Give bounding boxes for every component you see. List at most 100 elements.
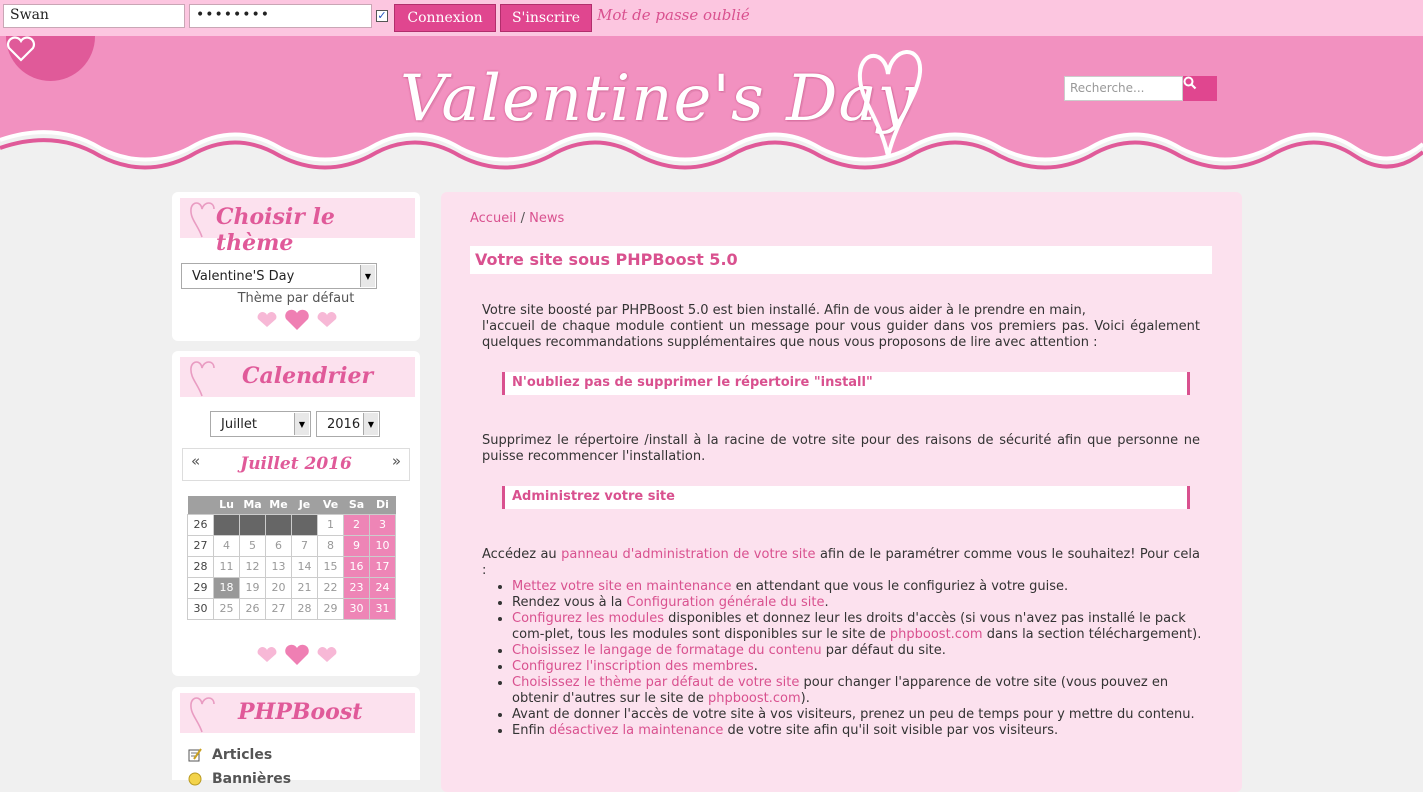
phpboost-link[interactable]: phpboost.com bbox=[890, 627, 983, 642]
year-select[interactable]: 2016 ▼ bbox=[316, 411, 380, 437]
breadcrumb-home-link[interactable]: Accueil bbox=[470, 211, 516, 226]
step-link[interactable]: Configurez les modules bbox=[512, 611, 664, 626]
theme-select-value: Valentine'S Day bbox=[192, 269, 295, 284]
register-button[interactable]: S'inscrire bbox=[500, 4, 592, 32]
calendar-day[interactable]: 21 bbox=[291, 576, 318, 599]
calendar-day[interactable]: 9 bbox=[343, 534, 370, 557]
calendar-day[interactable]: 19 bbox=[239, 576, 266, 599]
calendar-day[interactable]: 23 bbox=[343, 576, 370, 599]
calendar-day[interactable]: 30 bbox=[343, 597, 370, 620]
search-icon bbox=[1183, 76, 1197, 90]
calendar-day[interactable]: 2 bbox=[343, 513, 370, 536]
calendar-day[interactable]: 20 bbox=[265, 576, 292, 599]
calendar-day[interactable]: 3 bbox=[369, 513, 396, 536]
block-header: PHPBoost bbox=[180, 693, 415, 733]
calendar-empty-cell bbox=[239, 513, 266, 536]
calendar-day[interactable]: 18 bbox=[213, 576, 240, 599]
step-text: en attendant que vous le configuriez à v… bbox=[731, 579, 1069, 594]
calendar-nav: « Juillet 2016 » bbox=[182, 448, 410, 481]
calendar-day[interactable]: 11 bbox=[213, 555, 240, 578]
week-number: 27 bbox=[187, 534, 214, 557]
weekday-header: Je bbox=[291, 496, 318, 514]
calendar-day[interactable]: 26 bbox=[239, 597, 266, 620]
calendar-day[interactable]: 28 bbox=[291, 597, 318, 620]
step-text: . bbox=[824, 595, 829, 610]
alert-administer: Administrez votre site bbox=[502, 486, 1190, 509]
admin-paragraph-text: Accédez au bbox=[482, 547, 562, 562]
login-button[interactable]: Connexion bbox=[394, 4, 496, 32]
calendar-day[interactable]: 17 bbox=[369, 555, 396, 578]
forgot-password-link[interactable]: Mot de passe oublié bbox=[597, 6, 750, 24]
step-text: Rendez vous à la bbox=[512, 595, 627, 610]
theme-chooser-block: Choisir le thème Valentine'S Day ▼ Thème… bbox=[172, 192, 420, 341]
calendar-day[interactable]: 24 bbox=[369, 576, 396, 599]
heart-outline-icon bbox=[190, 697, 215, 733]
heart-outline-icon bbox=[190, 361, 215, 397]
password-input[interactable]: •••••••• bbox=[189, 4, 372, 28]
step-text: ). bbox=[800, 691, 810, 706]
step-link[interactable]: Choisissez le thème par défaut de votre … bbox=[512, 675, 799, 690]
heart-icon bbox=[285, 644, 309, 665]
calendar-month-title: Juillet 2016 bbox=[240, 454, 352, 474]
header-banner: Valentine's Day Recherche... bbox=[0, 36, 1423, 176]
calendar-day[interactable]: 8 bbox=[317, 534, 344, 557]
install-paragraph: Supprimez le répertoire /install à la ra… bbox=[482, 433, 1200, 464]
breadcrumb-separator: / bbox=[520, 211, 525, 226]
step-text: de votre site afin qu'il soit visible pa… bbox=[723, 723, 1059, 738]
calendar-day[interactable]: 14 bbox=[291, 555, 318, 578]
weekday-header: Ma bbox=[239, 496, 266, 514]
setup-step-item: Choisissez le langage de formatage du co… bbox=[512, 643, 1212, 659]
search-button[interactable] bbox=[1183, 76, 1217, 101]
month-select[interactable]: Juillet ▼ bbox=[210, 411, 311, 437]
menu-item-bannieres[interactable]: Bannières bbox=[188, 771, 291, 787]
theme-select[interactable]: Valentine'S Day ▼ bbox=[181, 263, 377, 289]
calendar-week-row: 28 11 12 13 14 15 16 17 bbox=[187, 555, 396, 578]
site-title-logo[interactable]: Valentine's Day bbox=[400, 62, 915, 136]
hearts-divider bbox=[256, 644, 338, 666]
step-link[interactable]: désactivez la maintenance bbox=[549, 723, 723, 738]
search-input[interactable]: Recherche... bbox=[1064, 76, 1183, 101]
autoconnect-checkbox[interactable]: ✓ bbox=[376, 10, 388, 22]
calendar-day[interactable]: 13 bbox=[265, 555, 292, 578]
step-link[interactable]: Configurez l'inscription des membres bbox=[512, 659, 754, 674]
calendar-day[interactable]: 10 bbox=[369, 534, 396, 557]
next-month-button[interactable]: » bbox=[392, 452, 401, 470]
calendar-day[interactable]: 15 bbox=[317, 555, 344, 578]
calendar-block: Calendrier Juillet ▼ 2016 ▼ « Juillet 20… bbox=[172, 351, 420, 676]
calendar-day[interactable]: 12 bbox=[239, 555, 266, 578]
calendar-empty-cell bbox=[291, 513, 318, 536]
week-number: 26 bbox=[187, 513, 214, 536]
menu-item-label: Bannières bbox=[212, 771, 292, 787]
logo-heart-icon bbox=[857, 50, 923, 157]
admin-panel-link[interactable]: panneau d'administration de votre site bbox=[561, 547, 815, 562]
calendar-day[interactable]: 27 bbox=[265, 597, 292, 620]
setup-step-item: Choisissez le thème par défaut de votre … bbox=[512, 675, 1212, 707]
calendar-day[interactable]: 1 bbox=[317, 513, 344, 536]
calendar-week-row: 26 1 2 3 bbox=[187, 513, 396, 536]
calendar-day[interactable]: 16 bbox=[343, 555, 370, 578]
menu-item-articles[interactable]: Articles bbox=[188, 747, 272, 763]
week-number: 29 bbox=[187, 576, 214, 599]
breadcrumb-news-link[interactable]: News bbox=[529, 211, 564, 226]
calendar-day[interactable]: 7 bbox=[291, 534, 318, 557]
weekday-header: Ve bbox=[317, 496, 344, 514]
calendar-day[interactable]: 5 bbox=[239, 534, 266, 557]
article-title[interactable]: Votre site sous PHPBoost 5.0 bbox=[475, 250, 738, 269]
username-input[interactable]: Swan bbox=[3, 4, 185, 28]
step-link[interactable]: Configuration générale du site bbox=[627, 595, 825, 610]
calendar-day[interactable]: 31 bbox=[369, 597, 396, 620]
calendar-day[interactable]: 6 bbox=[265, 534, 292, 557]
block-header: Calendrier bbox=[180, 357, 415, 397]
calendar-day[interactable]: 29 bbox=[317, 597, 344, 620]
step-text: dans la section téléchargement). bbox=[982, 627, 1202, 642]
step-link[interactable]: Mettez votre site en maintenance bbox=[512, 579, 731, 594]
calendar-day[interactable]: 4 bbox=[213, 534, 240, 557]
month-select-value: Juillet bbox=[221, 417, 258, 432]
block-title: Calendrier bbox=[242, 363, 374, 389]
calendar-day[interactable]: 25 bbox=[213, 597, 240, 620]
calendar-day[interactable]: 22 bbox=[317, 576, 344, 599]
hearts-divider bbox=[256, 309, 338, 331]
phpboost-link[interactable]: phpboost.com bbox=[708, 691, 801, 706]
step-link[interactable]: Choisissez le langage de formatage du co… bbox=[512, 643, 822, 658]
weekday-header: Di bbox=[369, 496, 396, 514]
